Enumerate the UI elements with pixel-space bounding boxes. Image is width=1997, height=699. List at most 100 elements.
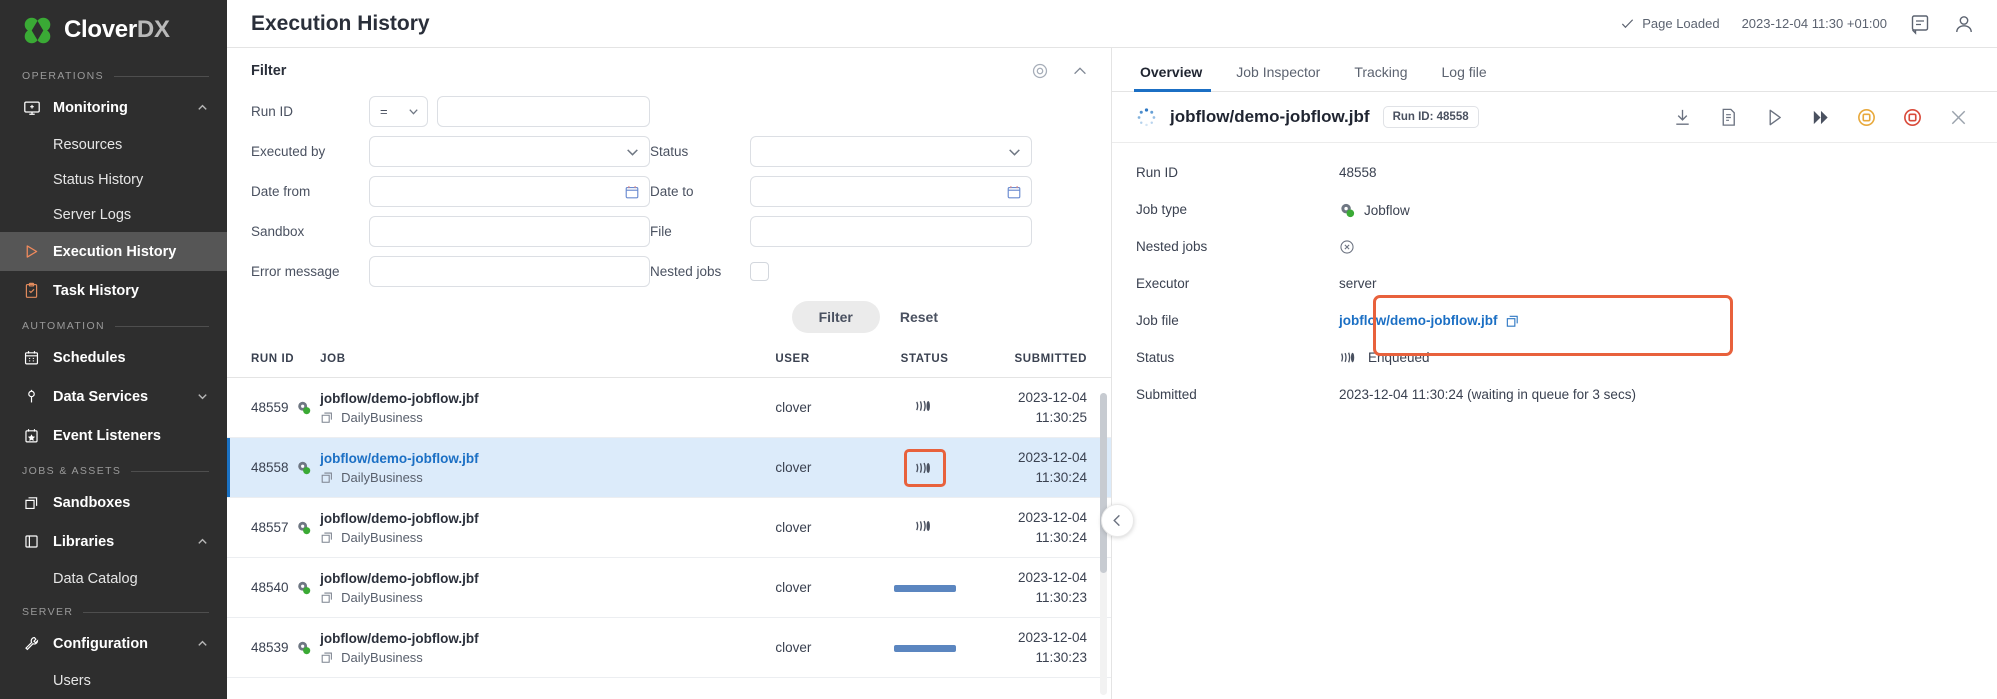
table-scrollbar[interactable]: [1100, 393, 1107, 695]
date-to-input[interactable]: [750, 176, 1032, 207]
table-row[interactable]: 48559 jobflow/demo-jobflow.jbf: [227, 378, 1111, 438]
sidebar-section-operations: OPERATIONS: [0, 60, 227, 88]
run-id-operator-select[interactable]: =: [369, 96, 428, 127]
table-row[interactable]: 48539 jobflow/demo-jobflow.jbf: [227, 618, 1111, 678]
status-cell: [876, 580, 973, 595]
reset-button[interactable]: Reset: [894, 301, 944, 333]
section-divider: [131, 471, 209, 472]
submitted-date: 2023-12-04: [973, 628, 1087, 648]
date-from-input[interactable]: [369, 176, 650, 207]
column-header-status[interactable]: STATUS: [876, 347, 973, 378]
detail-run-id-badge: Run ID: 48558: [1383, 106, 1479, 128]
job-name[interactable]: jobflow/demo-jobflow.jbf: [320, 631, 775, 646]
target-icon[interactable]: [1031, 62, 1049, 80]
page-status-label: Page Loaded: [1642, 16, 1719, 31]
detail-row-job-type: Job type Jobflow: [1136, 202, 1973, 239]
sidebar-item-libraries[interactable]: Libraries: [0, 522, 227, 561]
panel-collapse-handle[interactable]: [1101, 504, 1134, 537]
filter-button[interactable]: Filter: [792, 301, 880, 333]
check-icon: [1620, 16, 1635, 31]
log-file-icon[interactable]: [1718, 107, 1739, 128]
sidebar-item-status-history[interactable]: Status History: [0, 162, 227, 197]
executed-by-label: Executed by: [251, 144, 369, 159]
download-icon[interactable]: [1672, 107, 1693, 128]
enqueued-icon: [914, 399, 936, 413]
sidebar-item-execution-history[interactable]: Execution History: [0, 232, 227, 271]
open-sandbox-icon[interactable]: [1505, 313, 1520, 328]
sidebar-item-schedules[interactable]: Schedules: [0, 338, 227, 377]
sidebar-item-users[interactable]: Users: [0, 663, 227, 698]
chevron-up-icon[interactable]: [1071, 62, 1089, 80]
sidebar-item-data-services[interactable]: Data Services: [0, 377, 227, 416]
error-message-input[interactable]: [369, 256, 650, 287]
sidebar-item-label: Event Listeners: [53, 428, 209, 444]
job-name[interactable]: jobflow/demo-jobflow.jbf: [320, 511, 775, 526]
event-listener-icon: [22, 426, 41, 445]
sidebar-item-server-logs[interactable]: Server Logs: [0, 197, 227, 232]
job-name[interactable]: jobflow/demo-jobflow.jbf: [320, 391, 775, 406]
column-header-user[interactable]: USER: [775, 347, 876, 378]
brand-logo[interactable]: CloverDX: [0, 0, 227, 60]
run-id-operator-value: =: [380, 104, 388, 119]
sidebar-section-label: JOBS & ASSETS: [22, 465, 121, 477]
sidebar-section-label: OPERATIONS: [22, 70, 104, 82]
content-split: Filter Run ID =: [227, 48, 1997, 699]
job-cell: jobflow/demo-jobflow.jbf DailyBusiness: [320, 571, 775, 605]
monitor-icon: [22, 98, 41, 117]
run-id-value: 48540: [251, 580, 289, 595]
sandbox-icon: [320, 590, 334, 604]
sidebar-item-event-listeners[interactable]: Event Listeners: [0, 416, 227, 455]
executed-by-select[interactable]: [369, 136, 650, 167]
abort-icon[interactable]: [1902, 107, 1923, 128]
page-status: Page Loaded: [1620, 16, 1719, 31]
detail-value[interactable]: jobflow/demo-jobflow.jbf: [1339, 313, 1497, 328]
submitted-cell: 2023-12-04 11:30:24: [973, 448, 1111, 487]
column-header-run-id[interactable]: RUN ID: [227, 347, 320, 378]
table-row[interactable]: 48557 jobflow/demo-jobflow.jbf: [227, 498, 1111, 558]
main-area: Execution History Page Loaded 2023-12-04…: [227, 0, 1997, 699]
file-input[interactable]: [750, 216, 1032, 247]
table-row[interactable]: 48558 jobflow/demo-jobflow.jbf: [227, 438, 1111, 498]
run-id-cell: 48539: [227, 640, 320, 656]
sidebar-item-task-history[interactable]: Task History: [0, 271, 227, 310]
submitted-date: 2023-12-04: [973, 448, 1087, 468]
job-name[interactable]: jobflow/demo-jobflow.jbf: [320, 571, 775, 586]
status-select[interactable]: [750, 136, 1032, 167]
table-scrollbar-thumb[interactable]: [1100, 393, 1107, 573]
sidebar-item-data-catalog[interactable]: Data Catalog: [0, 561, 227, 596]
sandbox-input[interactable]: [369, 216, 650, 247]
close-icon[interactable]: [1948, 107, 1969, 128]
column-header-job[interactable]: JOB: [320, 347, 775, 378]
suspend-icon[interactable]: [1856, 107, 1877, 128]
chevron-down-icon: [625, 144, 640, 159]
skip-forward-icon[interactable]: [1810, 107, 1831, 128]
tab-overview[interactable]: Overview: [1134, 64, 1219, 91]
column-header-submitted[interactable]: SUBMITTED: [973, 347, 1111, 378]
library-book-icon: [22, 532, 41, 551]
sandbox-name: DailyBusiness: [341, 410, 423, 425]
job-name[interactable]: jobflow/demo-jobflow.jbf: [320, 451, 775, 466]
run-icon[interactable]: [1764, 107, 1785, 128]
sidebar-item-configuration[interactable]: Configuration: [0, 624, 227, 663]
run-id-cell: 48559: [227, 400, 320, 416]
loading-spinner-icon: [1136, 107, 1157, 128]
section-divider: [114, 76, 209, 77]
tab-tracking[interactable]: Tracking: [1337, 64, 1424, 91]
sidebar-item-resources[interactable]: Resources: [0, 127, 227, 162]
submitted-date: 2023-12-04: [973, 568, 1087, 588]
job-cell: jobflow/demo-jobflow.jbf DailyBusiness: [320, 631, 775, 665]
sidebar-item-label: Monitoring: [53, 100, 196, 116]
table-row[interactable]: 48540 jobflow/demo-jobflow.jbf: [227, 558, 1111, 618]
tab-job-inspector[interactable]: Job Inspector: [1219, 64, 1337, 91]
user-avatar-icon[interactable]: [1953, 13, 1975, 35]
running-progress-bar: [894, 645, 956, 652]
sandbox-icon: [320, 530, 334, 544]
sidebar-item-monitoring[interactable]: Monitoring: [0, 88, 227, 127]
filter-title: Filter: [251, 63, 286, 79]
tab-log-file[interactable]: Log file: [1425, 64, 1504, 91]
notes-icon[interactable]: [1909, 13, 1931, 35]
sidebar-item-sandboxes[interactable]: Sandboxes: [0, 483, 227, 522]
run-id-input[interactable]: [437, 96, 650, 127]
nested-jobs-checkbox[interactable]: [750, 262, 769, 281]
file-label: File: [650, 224, 750, 239]
